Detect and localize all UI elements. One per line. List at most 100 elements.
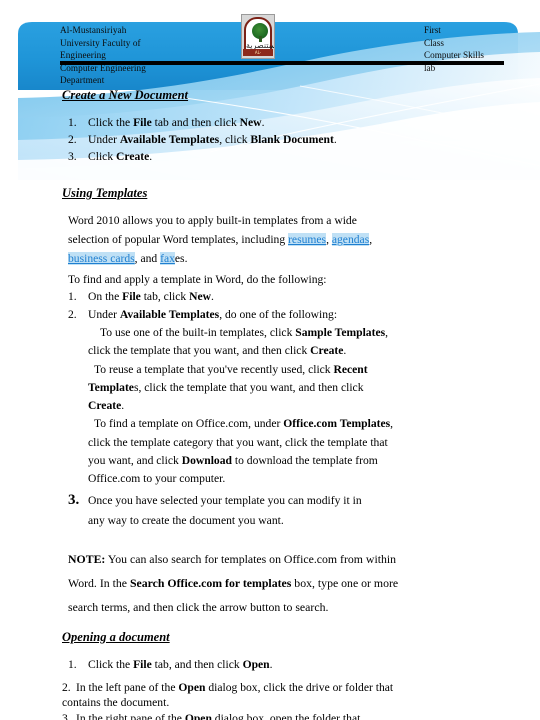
sub-text: s, click the template that you want, and…	[133, 381, 364, 394]
list-item-create-1: 1. Click the File tab and then click New.	[68, 114, 264, 132]
link-faxes[interactable]: fax	[160, 252, 175, 265]
list-item-open-3: 3. In the right pane of the Open dialog b…	[62, 710, 360, 720]
link-business-cards[interactable]: business cards	[68, 252, 135, 265]
list-number: 2.	[68, 133, 77, 146]
list-number: 3.	[62, 712, 71, 720]
step-bold-new: New	[239, 116, 262, 129]
list-item-create-3: 3. Click Create.	[68, 148, 152, 166]
step-text-2: , click	[219, 133, 251, 146]
intro-line-3-post: es.	[174, 252, 188, 265]
list-item-ut-3-line2: any way to create the document you want.	[88, 514, 284, 527]
bold-download: Download	[181, 454, 232, 467]
sub-item-office-com-l3: you want, and click Download to download…	[88, 452, 378, 470]
bold-search-office-com: Search Office.com for templates	[129, 576, 292, 590]
step-period: .	[333, 133, 337, 146]
sub-period: .	[121, 399, 125, 412]
bold-new: New	[189, 290, 212, 303]
step-text-2: , do one of the following:	[219, 308, 338, 321]
step-bold-available-templates: Available Templates	[119, 133, 220, 146]
step-text: Click the	[88, 116, 134, 129]
using-templates-intro: Word 2010 allows you to apply built-in t…	[68, 211, 488, 268]
bold-template: Template	[88, 381, 134, 394]
intro-line-2-pre: selection of popular Word templates, inc…	[68, 233, 289, 246]
sub-item-recent-templates-l3: Create.	[88, 397, 124, 415]
step-text: Click the	[88, 658, 134, 671]
step-text: Once you have selected your template you…	[88, 494, 362, 507]
bold-available-templates: Available Templates	[119, 308, 220, 321]
sub-text-2: to download the template from	[231, 454, 378, 467]
list-item-ut-2: 2. Under Available Templates, do one of t…	[68, 306, 337, 324]
note-line-2-a: Word. In the	[68, 576, 130, 590]
link-resumes[interactable]: resumes	[288, 233, 327, 246]
heading-opening-a-document: Opening a document	[62, 630, 170, 644]
list-number: 1.	[68, 290, 77, 303]
bold-office-com-templates: Office.com Templates	[283, 417, 391, 430]
bold-open: Open	[242, 658, 270, 671]
list-item-open-2-line2: contains the document.	[62, 696, 170, 709]
step-text: In the left pane of the	[76, 681, 179, 694]
bold-recent: Recent	[333, 363, 368, 376]
step-text-2: tab, and then click	[151, 658, 243, 671]
list-item-open-1: 1. Click the File tab, and then click Ope…	[68, 656, 273, 674]
sub-text: To reuse a template that you've recently…	[94, 363, 334, 376]
sub-comma: ,	[385, 326, 389, 339]
list-item-create-2: 2. Under Available Templates, click Blank…	[68, 131, 337, 149]
document-body: Create a New Document 1. Click the File t…	[0, 0, 540, 720]
note-line-2-b: box, type one or more	[291, 576, 399, 590]
link-agendas[interactable]: agendas	[331, 233, 370, 246]
heading-using-templates: Using Templates	[62, 186, 148, 200]
list-number-large: 3.	[68, 492, 80, 508]
bold-create: Create	[88, 399, 122, 412]
step-bold-file: File	[133, 116, 152, 129]
step-period: .	[269, 658, 273, 671]
sub-text: To use one of the built-in templates, cl…	[100, 326, 296, 339]
list-number: 1.	[68, 116, 77, 129]
intro-line-1: Word 2010 allows you to apply built-in t…	[68, 214, 357, 227]
note-line-1: You can also search for templates on Off…	[105, 552, 397, 566]
intro-sep-3: , and	[134, 252, 161, 265]
bold-file: File	[122, 290, 141, 303]
bold-create: Create	[310, 344, 344, 357]
list-number: 1.	[68, 658, 77, 671]
sub-comma: ,	[390, 417, 394, 430]
step-text: On the	[88, 290, 123, 303]
list-item-ut-1: 1. On the File tab, click New.	[68, 288, 214, 306]
list-item-open-3-clipped: 3. In the right pane of the Open dialog b…	[62, 710, 502, 720]
note-block: NOTE: You can also search for templates …	[68, 547, 488, 619]
sub-text: you want, and click	[88, 454, 182, 467]
step-bold-create: Create	[116, 150, 150, 163]
intro-sep-1: ,	[326, 233, 332, 246]
step-text: In the right pane of the	[76, 712, 185, 720]
sub-period: .	[343, 344, 347, 357]
sub-item-recent-templates-l1: To reuse a template that you've recently…	[94, 361, 368, 379]
sub-item-office-com-l1: To find a template on Office.com, under …	[94, 415, 393, 433]
sub-text: click the template that you want, and th…	[88, 344, 311, 357]
note-line-3: search terms, and then click the arrow b…	[68, 600, 329, 614]
step-bold-blank-document: Blank Document	[250, 133, 334, 146]
step-period: .	[261, 116, 265, 129]
sub-item-sample-templates-l2: click the template that you want, and th…	[88, 342, 346, 360]
step-text-2: dialog box, open the folder that	[211, 712, 361, 720]
sub-item-office-com-l2: click the template category that you wan…	[88, 436, 388, 449]
step-text-2: tab, click	[140, 290, 190, 303]
intro-sep-2: ,	[369, 233, 373, 246]
list-number: 2.	[68, 308, 77, 321]
list-number: 3.	[68, 150, 77, 163]
step-text: Click	[88, 150, 117, 163]
bold-file: File	[133, 658, 152, 671]
step-text-2: dialog box, click the drive or folder th…	[205, 681, 394, 694]
step-text: Under	[88, 308, 120, 321]
step-period: .	[149, 150, 153, 163]
sub-item-sample-templates-l1: To use one of the built-in templates, cl…	[100, 324, 388, 342]
heading-create-a-new-document: Create a New Document	[62, 88, 189, 102]
step-text-2: tab and then click	[151, 116, 240, 129]
bold-sample-templates: Sample Templates	[295, 326, 386, 339]
note-label: NOTE:	[68, 552, 106, 566]
sub-item-office-com-l4: Office.com to your computer.	[88, 472, 226, 485]
using-templates-lead-in: To find and apply a template in Word, do…	[68, 273, 327, 286]
bold-open: Open	[184, 712, 212, 720]
step-period: .	[211, 290, 214, 303]
step-text: Under	[88, 133, 120, 146]
sub-text: To find a template on Office.com, under	[94, 417, 284, 430]
bold-open: Open	[178, 681, 206, 694]
